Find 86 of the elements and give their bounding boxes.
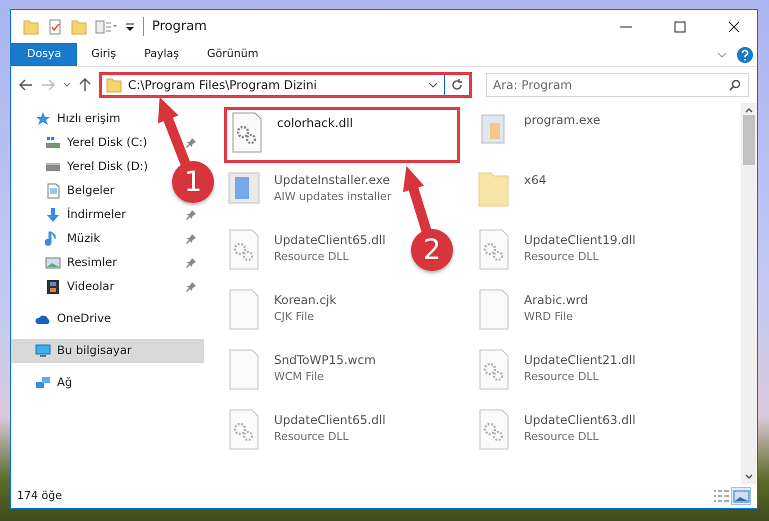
nav-item[interactable]: Müzik bbox=[11, 227, 204, 251]
item-count: 174 öğe bbox=[17, 488, 62, 504]
file-type: Resource DLL bbox=[274, 249, 350, 265]
file-name: Arabic.wrd bbox=[524, 292, 588, 309]
address-field[interactable]: C:\Program Files\Program Dizini bbox=[99, 72, 472, 98]
file-item[interactable]: UpdateClient65.dll Resource DLL bbox=[224, 407, 390, 463]
search-field[interactable]: Ara: Program bbox=[486, 73, 749, 97]
nav-item[interactable]: İndirmeler bbox=[11, 203, 204, 227]
file-name: program.exe bbox=[524, 112, 600, 129]
up-arrow-icon[interactable] bbox=[79, 78, 91, 92]
annotation-arrow bbox=[402, 166, 432, 234]
network-icon bbox=[35, 375, 51, 391]
nav-item[interactable]: Resimler bbox=[11, 251, 204, 275]
search-icon bbox=[729, 79, 741, 91]
ribbon-tab[interactable]: Dosya bbox=[11, 43, 78, 66]
folder-icon bbox=[106, 77, 122, 93]
star-icon bbox=[35, 111, 51, 127]
file-name: UpdateClient21.dll bbox=[524, 352, 636, 369]
dll-file-icon bbox=[228, 409, 260, 451]
scroll-down-icon[interactable] bbox=[745, 474, 753, 480]
file-type: Resource DLL bbox=[524, 249, 600, 265]
file-item[interactable]: UpdateClient65.dll Resource DLL bbox=[224, 227, 390, 283]
file-item[interactable]: UpdateClient19.dll Resource DLL bbox=[474, 227, 640, 283]
file-item[interactable]: SndToWP15.wcm WCM File bbox=[224, 347, 380, 403]
file-item[interactable]: UpdateInstaller.exe AIW updates installer bbox=[224, 167, 396, 223]
nav-item[interactable]: Bu bilgisayar bbox=[11, 339, 204, 363]
file-name: UpdateClient65.dll bbox=[274, 232, 386, 249]
file-item[interactable]: Korean.cjk CJK File bbox=[224, 287, 340, 343]
download-icon bbox=[45, 207, 61, 223]
file-item[interactable]: UpdateClient21.dll Resource DLL bbox=[474, 347, 640, 403]
dll-file-icon bbox=[231, 112, 263, 154]
dll-file-icon bbox=[478, 349, 510, 391]
nav-item[interactable]: Yerel Disk (C:) bbox=[11, 131, 204, 155]
scrollbar[interactable] bbox=[741, 103, 757, 484]
dll-file-icon bbox=[478, 409, 510, 451]
file-type: WRD File bbox=[524, 309, 574, 325]
monitor-icon bbox=[35, 343, 51, 359]
back-arrow-icon[interactable] bbox=[19, 79, 33, 91]
nav-item[interactable]: Ağ bbox=[11, 371, 80, 395]
annotation-arrow bbox=[158, 97, 192, 168]
file-type: AIW updates installer bbox=[274, 189, 392, 205]
scroll-up-icon[interactable] bbox=[745, 107, 753, 113]
file-name: UpdateInstaller.exe bbox=[274, 172, 391, 189]
document-icon bbox=[45, 183, 61, 199]
ribbon-tab[interactable]: Görünüm bbox=[193, 43, 272, 66]
file-item[interactable]: Arabic.wrd WRD File bbox=[474, 287, 592, 343]
drive-icon bbox=[45, 135, 61, 151]
file-icon bbox=[228, 289, 260, 331]
picture-icon bbox=[45, 255, 61, 271]
file-name: SndToWP15.wcm bbox=[274, 352, 376, 369]
nav-item[interactable]: Videolar bbox=[11, 275, 204, 299]
file-type: CJK File bbox=[274, 309, 316, 325]
chevron-down-icon[interactable] bbox=[428, 81, 438, 89]
file-item[interactable]: colorhack.dll bbox=[224, 107, 460, 163]
scroll-thumb[interactable] bbox=[743, 115, 755, 165]
file-name: UpdateClient65.dll bbox=[274, 412, 386, 429]
file-icon bbox=[478, 289, 510, 331]
nav-item[interactable]: Belgeler bbox=[11, 179, 123, 203]
film-icon bbox=[45, 279, 61, 295]
ribbon-tab[interactable]: Paylaş bbox=[130, 43, 193, 66]
nav-item[interactable]: Yerel Disk (D:) bbox=[11, 155, 156, 179]
nav-item[interactable]: OneDrive bbox=[11, 307, 120, 331]
checkmark-document-icon[interactable] bbox=[47, 18, 63, 34]
file-type: Resource DLL bbox=[524, 369, 600, 385]
properties-icon[interactable] bbox=[95, 18, 117, 34]
dropdown-icon[interactable] bbox=[125, 22, 135, 32]
file-name: colorhack.dll bbox=[277, 115, 353, 132]
file-type: WCM File bbox=[274, 369, 325, 385]
help-icon[interactable] bbox=[737, 46, 753, 62]
file-name: Korean.cjk bbox=[274, 292, 336, 309]
window-title: Program bbox=[143, 16, 207, 36]
ribbon-tab[interactable]: Giriş bbox=[77, 43, 130, 66]
file-item[interactable]: x64 bbox=[474, 167, 550, 223]
file-icon bbox=[228, 349, 260, 391]
large-icons-view-icon[interactable] bbox=[731, 487, 751, 505]
file-item[interactable]: program.exe bbox=[474, 107, 604, 163]
file-type: Resource DLL bbox=[524, 429, 600, 445]
dll-file-icon bbox=[228, 229, 260, 271]
recent-locations-icon[interactable] bbox=[63, 82, 71, 88]
file-type: Resource DLL bbox=[274, 429, 350, 445]
dll-file-icon bbox=[478, 229, 510, 271]
file-name: x64 bbox=[524, 172, 546, 189]
file-name: UpdateClient63.dll bbox=[524, 412, 636, 429]
nav-item[interactable]: Hızlı erişim bbox=[11, 107, 128, 131]
file-item[interactable]: UpdateClient63.dll Resource DLL bbox=[474, 407, 640, 463]
file-name: UpdateClient19.dll bbox=[524, 232, 636, 249]
